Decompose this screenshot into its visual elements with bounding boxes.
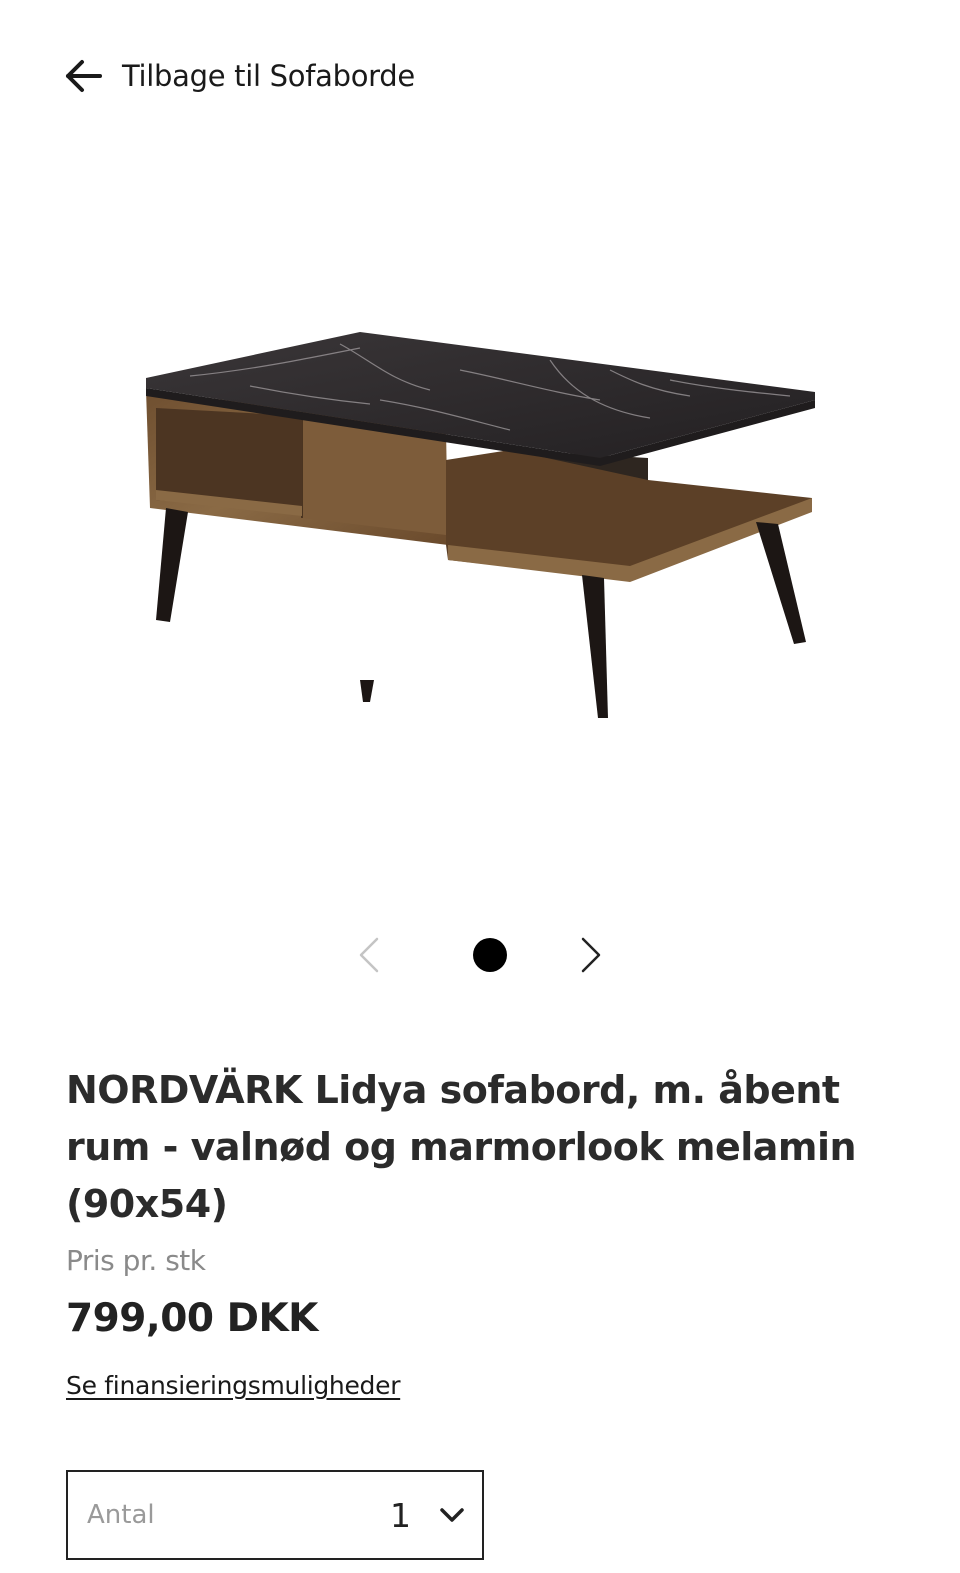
- quantity-select[interactable]: Antal 1: [66, 1470, 484, 1560]
- chevron-right-icon[interactable]: [574, 931, 608, 979]
- financing-options-link[interactable]: Se finansieringsmuligheder: [66, 1371, 400, 1400]
- carousel-controls: [0, 925, 960, 985]
- carousel-dot-active[interactable]: [473, 938, 507, 972]
- product-image: [146, 332, 815, 718]
- chevron-left-icon[interactable]: [352, 931, 386, 979]
- chevron-down-icon: [438, 1504, 466, 1528]
- arrow-left-icon: [64, 56, 104, 96]
- price-label: Pris pr. stk: [66, 1244, 206, 1277]
- quantity-label: Antal: [87, 1500, 155, 1530]
- back-link-label: Tilbage til Sofaborde: [122, 59, 415, 93]
- back-to-category-link[interactable]: Tilbage til Sofaborde: [64, 52, 415, 100]
- product-title: NORDVÄRK Lidya sofabord, m. åbent rum - …: [66, 1068, 857, 1226]
- quantity-value: 1: [390, 1496, 411, 1535]
- product-price: 799,00 DKK: [66, 1296, 318, 1341]
